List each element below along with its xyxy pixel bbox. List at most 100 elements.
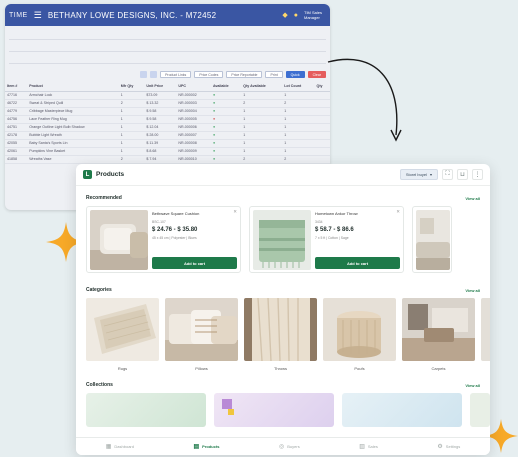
close-icon[interactable]: ✕ <box>233 209 237 215</box>
table-cell: 44779 <box>5 107 28 116</box>
category-card[interactable] <box>481 298 490 371</box>
category-label: Poufs <box>354 366 365 371</box>
add-to-cart-button[interactable]: Add to cart <box>152 257 237 269</box>
column-header[interactable]: Available <box>210 81 242 92</box>
toolbar-button[interactable]: Price Reportable <box>226 71 263 78</box>
collection-card[interactable] <box>470 393 490 427</box>
more-icon[interactable]: ⋮ <box>472 169 483 180</box>
table-cell: 1 <box>282 115 315 124</box>
close-icon[interactable]: ✕ <box>396 209 400 215</box>
table-cell: 1 <box>118 123 145 132</box>
toolbar-button[interactable]: Print <box>265 71 283 78</box>
table-cell: 2 <box>282 99 315 108</box>
table-cell: 1 <box>241 91 283 100</box>
table-cell: 1 <box>241 147 283 156</box>
legacy-table-header: Item # Product Mfr Qty Unit Price UPC Av… <box>5 81 330 92</box>
help-icon[interactable]: ● <box>294 12 298 19</box>
nav-label: Buyers <box>287 444 300 449</box>
table-cell <box>314 155 330 164</box>
throw-image <box>253 210 311 270</box>
table-cell: 1 <box>118 147 145 156</box>
recommended-view-all-link[interactable]: View all <box>465 196 480 201</box>
column-header[interactable]: Product <box>27 81 119 92</box>
column-header[interactable]: Unit Price <box>144 81 177 92</box>
table-cell: $ 28.00 <box>144 131 177 140</box>
table-cell: 1 <box>118 91 145 100</box>
table-cell: NR-000009 <box>176 147 211 156</box>
collections-title: Collections <box>86 382 113 388</box>
recommended-card[interactable] <box>412 206 452 273</box>
categories-title: Categories <box>86 287 112 293</box>
legacy-user-label[interactable]: TIM Sales Manager <box>304 10 326 20</box>
cart-icon[interactable]: ⊔ <box>457 169 468 180</box>
legacy-filter-row[interactable] <box>9 40 326 52</box>
toolbar-button[interactable]: Product Links <box>160 71 192 78</box>
category-label: Pillows <box>195 366 208 371</box>
table-cell: 1 <box>118 107 145 116</box>
table-row[interactable]: 44751 Orange Outline Light Bulb Shadow 1 $ … <box>5 123 330 132</box>
add-to-cart-button[interactable]: Add to cart <box>315 257 400 269</box>
table-row[interactable]: 44779 Cribbage Masterpiece Mug 1 $ 9.58 NR-0… <box>5 107 330 116</box>
table-cell: Sweat & Striped Quill <box>27 99 119 108</box>
table-cell: ● <box>210 139 242 148</box>
nav-item-settings[interactable]: ⚙ Settings <box>437 443 460 450</box>
table-row[interactable]: 44756 Lace Feather Ring Mug 1 $ 9.58 NR-0000… <box>5 115 330 124</box>
gear-icon: ⚙ <box>437 444 443 450</box>
table-row[interactable]: 42061 Pumpkins Vine Basket 1 $ 8.68 NR-00000… <box>5 147 330 156</box>
categories-view-all-link[interactable]: View all <box>465 288 480 293</box>
recommended-card[interactable]: Bethwave Square Cushion BSC-107 $ 24.76 … <box>86 206 241 273</box>
collection-card[interactable] <box>214 393 334 427</box>
category-card[interactable]: Throws <box>244 298 317 371</box>
collection-card[interactable] <box>86 393 206 427</box>
table-cell: 1 <box>282 131 315 140</box>
collections-view-all-link[interactable]: View all <box>465 383 480 388</box>
table-row[interactable]: 46722 Sweat & Striped Quill 2 $ 13.32 NR-000… <box>5 99 330 108</box>
table-cell: $ 8.68 <box>144 147 177 156</box>
column-header[interactable]: Lot Count <box>282 81 315 92</box>
nav-item-products[interactable]: ▤ Products <box>194 443 220 450</box>
column-header[interactable]: Qty Available <box>241 81 283 92</box>
nav-item-dashboard[interactable]: ▦ Dashboard <box>106 443 134 450</box>
table-cell: $ 7.94 <box>144 155 177 164</box>
legacy-filter-row[interactable] <box>9 52 326 64</box>
legacy-filter-row[interactable] <box>9 28 326 40</box>
column-header[interactable]: Mfr Qty <box>118 81 145 92</box>
product-sku: BSC-107 <box>152 220 166 224</box>
table-cell: Wreaths Vase <box>27 155 119 164</box>
bottom-nav: ▦ Dashboard ▤ Products ◎ Buyers ▥ Sales … <box>76 437 490 455</box>
recommended-card[interactable]: Hometown Ankor Throw 3434 $ 58.7 - $ 86.… <box>249 206 404 273</box>
sales-icon: ▥ <box>359 444 365 450</box>
nav-item-sales[interactable]: ▥ Sales <box>359 443 378 450</box>
category-card[interactable]: Carpets <box>402 298 475 371</box>
toolbar-button[interactable]: Quick <box>285 71 305 78</box>
product-name: Hometown Ankor Throw <box>315 211 358 216</box>
column-header[interactable]: UPC <box>176 81 211 92</box>
column-header[interactable]: Item # <box>5 81 28 92</box>
view-toggle[interactable] <box>150 71 158 78</box>
category-label: Rugs <box>117 366 128 371</box>
bell-icon[interactable]: ◆ <box>282 11 287 19</box>
view-toggle[interactable] <box>140 71 148 78</box>
app-logo-icon: L <box>83 170 92 179</box>
store-select[interactable]: Storel buyel ▾ <box>399 169 438 180</box>
product-meta: 45 x 45 cm | Polyester | Blues <box>152 236 197 240</box>
pillows-image <box>165 298 238 361</box>
category-card[interactable]: Poufs <box>323 298 396 371</box>
table-row[interactable]: 42178 Bubble Light Wreath 1 $ 28.00 NR-00000… <box>5 131 330 140</box>
table-cell: NR-000003 <box>176 99 211 108</box>
category-card[interactable]: Rugs <box>86 298 159 371</box>
table-cell: 1 <box>241 115 283 124</box>
collections-list <box>76 393 490 427</box>
table-row[interactable]: 42055 Baby Santa's Sports Lin 1 $ 11.39 NR-0… <box>5 139 330 148</box>
toolbar-button[interactable]: Price Codes <box>194 71 224 78</box>
table-row[interactable]: 41858 Wreaths Vase 2 $ 7.94 NR-000010 ● 2 2 <box>5 155 330 164</box>
category-card[interactable]: Pillows <box>165 298 238 371</box>
cushion-image <box>90 210 148 270</box>
nav-item-buyers[interactable]: ◎ Buyers <box>279 443 300 450</box>
table-cell: NR-000010 <box>176 155 211 164</box>
collection-card[interactable] <box>342 393 462 427</box>
menu-icon[interactable]: ☰ <box>34 10 42 21</box>
expand-icon[interactable]: ⛶ <box>442 169 453 180</box>
table-row[interactable]: 47716 Armchair Lock 1 $73.09 NR-000002 ● 1 1 <box>5 91 330 100</box>
table-cell: $ 11.39 <box>144 139 177 148</box>
